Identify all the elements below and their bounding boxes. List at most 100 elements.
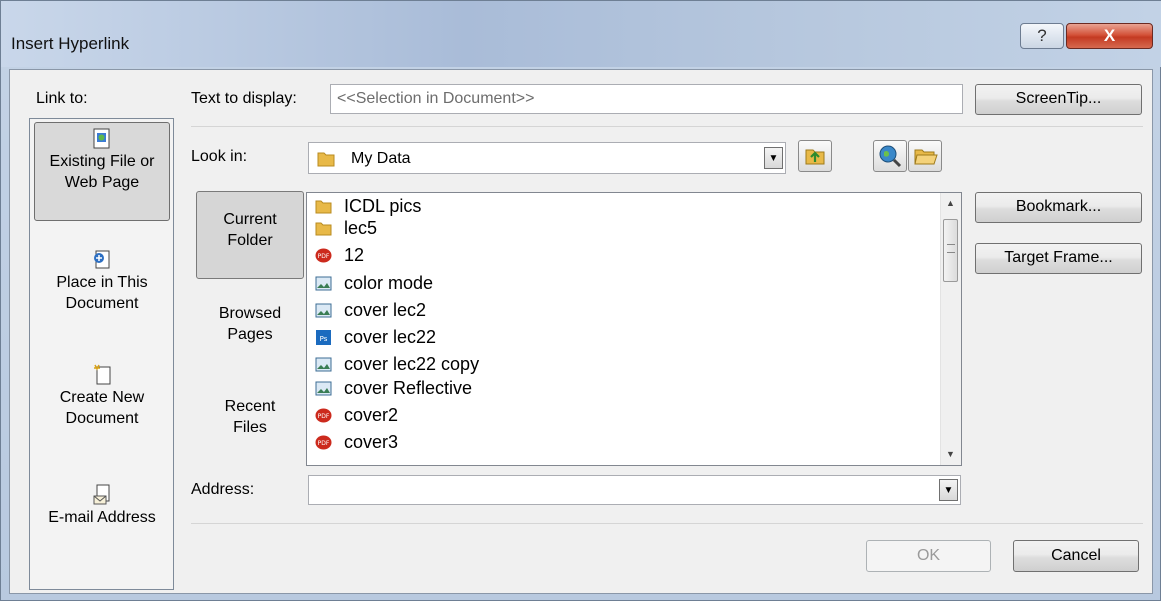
place-line1: Place in This (56, 274, 148, 291)
look-in-combo[interactable]: My Data ▼ (308, 142, 786, 174)
list-item[interactable]: PDF 12 (315, 242, 364, 269)
bookmark-button[interactable]: Bookmark... (975, 192, 1142, 223)
chevron-down-icon: ▼ (943, 484, 954, 496)
scroll-thumb[interactable] (943, 219, 958, 282)
place-line2: Document (65, 295, 139, 312)
close-icon: X (1103, 26, 1116, 45)
email-line1: E-mail Address (48, 509, 156, 526)
image-icon (315, 276, 332, 291)
folder-icon (315, 222, 332, 236)
screentip-button[interactable]: ScreenTip... (975, 84, 1142, 115)
svg-text:PDF: PDF (318, 253, 330, 260)
link-to-email-address[interactable]: E-mail Address (34, 479, 170, 549)
svg-text:Ps: Ps (320, 335, 328, 343)
up-folder-icon (805, 149, 825, 165)
image-icon (315, 357, 332, 372)
svg-text:PDF: PDF (318, 440, 330, 447)
ok-button[interactable]: OK (866, 540, 991, 572)
file-name: cover Reflective (344, 378, 473, 398)
recent-files-line2: Files (233, 419, 267, 436)
file-name: color mode (344, 273, 434, 293)
image-icon (315, 381, 332, 396)
link-to-panel: Existing File or Web Page Place in This … (29, 118, 174, 590)
help-button[interactable]: ? (1020, 23, 1064, 49)
dialog-window: Insert Hyperlink ? X Link to: Existing F… (0, 0, 1161, 601)
separator-bottom (191, 523, 1143, 524)
folder-icon (317, 152, 335, 167)
recent-files-line1: Recent (224, 398, 276, 415)
list-item[interactable]: lec5 (315, 215, 377, 242)
address-field[interactable]: ▼ (308, 475, 961, 505)
look-in-dropdown-button[interactable]: ▼ (764, 147, 783, 169)
file-name: ICDL pics (344, 196, 422, 216)
place-browsed-pages[interactable]: Browsed Pages (196, 303, 304, 363)
link-to-place-in-document[interactable]: Place in This Document (34, 244, 170, 334)
cancel-button[interactable]: Cancel (1013, 540, 1139, 572)
list-item[interactable]: Ps cover lec22 (315, 324, 436, 351)
file-name: cover lec22 copy (344, 354, 480, 374)
psd-icon: Ps (316, 330, 331, 345)
pdf-icon: PDF (315, 408, 332, 423)
existing-file-icon (93, 128, 110, 149)
pdf-icon: PDF (315, 248, 332, 263)
chevron-down-icon: ▼ (768, 152, 779, 164)
svg-text:PDF: PDF (318, 413, 330, 420)
current-folder-line2: Folder (227, 232, 273, 249)
grip-icon (947, 244, 955, 253)
open-folder-icon (914, 149, 938, 165)
text-to-display-value: <<Selection in Document>> (337, 90, 535, 107)
up-one-folder-button[interactable] (798, 140, 832, 172)
look-in-value: My Data (351, 150, 411, 167)
dialog-client: Link to: Existing File or Web Page Place… (9, 69, 1153, 594)
list-item[interactable]: color mode (315, 270, 433, 297)
list-item[interactable]: PDF cover3 (315, 429, 398, 456)
link-to-existing-line1: Existing File or (49, 153, 155, 170)
places-bar: Current Folder Browsed Pages Recent File… (193, 191, 308, 466)
file-name: cover2 (344, 405, 399, 425)
title-bar[interactable]: Insert Hyperlink ? X (1, 1, 1161, 67)
list-item[interactable]: cover lec2 (315, 297, 426, 324)
pdf-icon: PDF (315, 435, 332, 450)
browsed-pages-line1: Browsed (218, 305, 282, 322)
file-name: cover lec22 (344, 327, 437, 347)
text-to-display-label: Text to display: (191, 90, 297, 107)
place-in-document-icon (94, 250, 110, 269)
browse-web-icon (879, 145, 902, 168)
list-item[interactable]: cover Reflective (315, 375, 472, 402)
folder-icon (315, 200, 332, 214)
file-list-scrollbar[interactable]: ▲ ▼ (940, 193, 961, 465)
list-item[interactable]: PDF cover2 (315, 402, 398, 429)
file-name: 12 (344, 245, 365, 265)
help-icon: ? (1037, 26, 1047, 45)
email-address-icon (93, 484, 110, 505)
scroll-down-icon[interactable]: ▼ (946, 449, 955, 459)
create-document-icon (94, 364, 111, 385)
close-button[interactable]: X (1066, 23, 1153, 49)
look-in-label: Look in: (191, 148, 248, 165)
window-title: Insert Hyperlink (11, 34, 130, 53)
file-name: cover lec2 (344, 300, 427, 320)
scroll-up-icon[interactable]: ▲ (946, 198, 955, 208)
place-current-folder[interactable]: Current Folder (196, 191, 304, 279)
browse-web-button[interactable] (873, 140, 907, 172)
separator-top (191, 126, 1143, 127)
browsed-pages-line2: Pages (227, 326, 273, 343)
create-line1: Create New (59, 389, 145, 406)
address-dropdown-button[interactable]: ▼ (939, 479, 958, 501)
link-to-existing-line2: Web Page (64, 174, 140, 191)
file-name: lec5 (344, 218, 378, 238)
image-icon (315, 303, 332, 318)
link-to-create-new-document[interactable]: Create New Document (34, 359, 170, 449)
text-to-display-field[interactable]: <<Selection in Document>> (330, 84, 963, 114)
list-item[interactable]: cover lec22 copy (315, 351, 479, 378)
target-frame-button[interactable]: Target Frame... (975, 243, 1142, 274)
file-name: cover3 (344, 432, 399, 452)
address-label: Address: (191, 481, 255, 498)
link-to-existing-file[interactable]: Existing File or Web Page (34, 122, 170, 221)
current-folder-line1: Current (223, 211, 277, 228)
create-line2: Document (65, 410, 139, 427)
place-recent-files[interactable]: Recent Files (196, 396, 304, 456)
file-list[interactable]: ICDL pics lec5 PDF 12 color mode cover l… (306, 192, 962, 466)
browse-file-button[interactable] (908, 140, 942, 172)
link-to-label: Link to: (36, 90, 88, 107)
